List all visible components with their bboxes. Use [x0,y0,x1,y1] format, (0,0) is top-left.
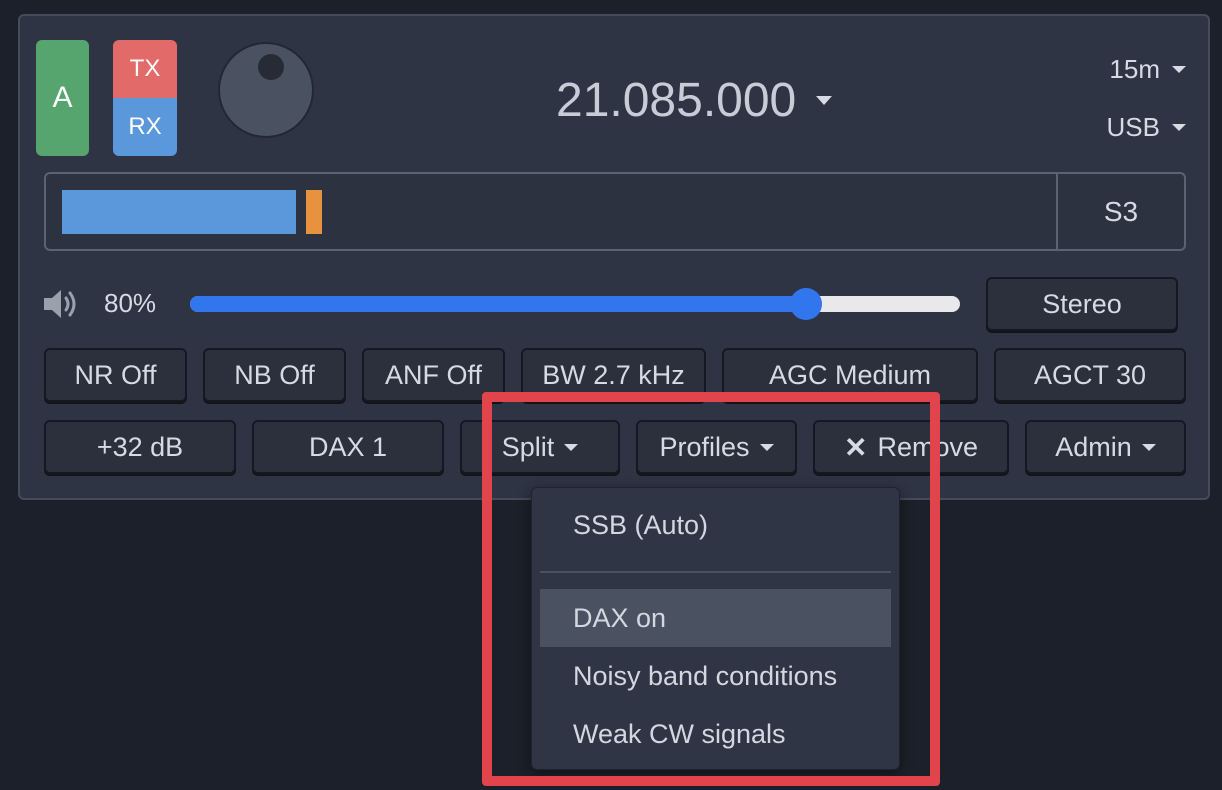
split-label: Split [501,431,555,462]
menu-divider [540,571,891,573]
meter-level-bar [62,190,296,234]
volume-slider-thumb[interactable] [790,288,822,320]
signal-meter: S3 [44,172,1186,251]
speaker-volume-icon[interactable] [42,286,82,322]
caret-down-icon [1172,65,1186,73]
band-value: 15m [1109,53,1160,84]
profiles-dropdown-menu: SSB (Auto) DAX on Noisy band conditions … [531,487,900,770]
nr-button[interactable]: NR Off [44,348,187,402]
admin-label: Admin [1055,431,1132,462]
frequency-value: 21.085.000 [556,73,797,127]
bandwidth-button[interactable]: BW 2.7 kHz [521,348,706,402]
dax-button[interactable]: DAX 1 [252,420,444,474]
slice-letter-badge[interactable]: A [36,40,89,156]
rx-button[interactable]: RX [113,98,177,156]
menu-item-dax-on[interactable]: DAX on [540,589,891,647]
close-x-icon: ✕ [843,431,868,463]
tuning-knob[interactable] [218,42,314,138]
caret-down-icon [759,443,774,451]
s-meter-reading: S3 [1103,195,1139,227]
profiles-label: Profiles [659,431,750,462]
nb-button[interactable]: NB Off [203,348,346,402]
volume-slider[interactable] [190,288,960,320]
stereo-button[interactable]: Stereo [986,277,1178,331]
volume-slider-fill [190,296,806,312]
tx-button[interactable]: TX [113,40,177,98]
agct-button[interactable]: AGCT 30 [994,348,1186,402]
agc-button[interactable]: AGC Medium [722,348,978,402]
anf-button[interactable]: ANF Off [362,348,505,402]
profiles-button[interactable]: Profiles [636,420,797,474]
menu-item-noisy-band[interactable]: Noisy band conditions [540,647,891,705]
band-selector[interactable]: 15m [1109,52,1186,86]
remove-button[interactable]: ✕ Remove [813,420,1009,474]
caret-down-icon [1141,443,1156,451]
mode-selector[interactable]: USB [1107,110,1186,144]
frequency-display[interactable]: 21.085.000 [556,70,833,130]
gain-button[interactable]: +32 dB [44,420,236,474]
meter-peak-marker [306,190,322,234]
admin-button[interactable]: Admin [1025,420,1186,474]
volume-percent: 80% [104,288,157,318]
split-button[interactable]: Split [460,420,620,474]
remove-label: Remove [877,431,978,462]
knob-indicator-dot [258,54,284,80]
menu-item-ssb-auto[interactable]: SSB (Auto) [540,496,891,554]
meter-track [62,190,1052,234]
caret-down-icon [816,95,833,105]
caret-down-icon [1172,123,1186,131]
caret-down-icon [564,443,579,451]
mode-value: USB [1106,111,1160,142]
menu-item-weak-cw[interactable]: Weak CW signals [540,705,891,763]
